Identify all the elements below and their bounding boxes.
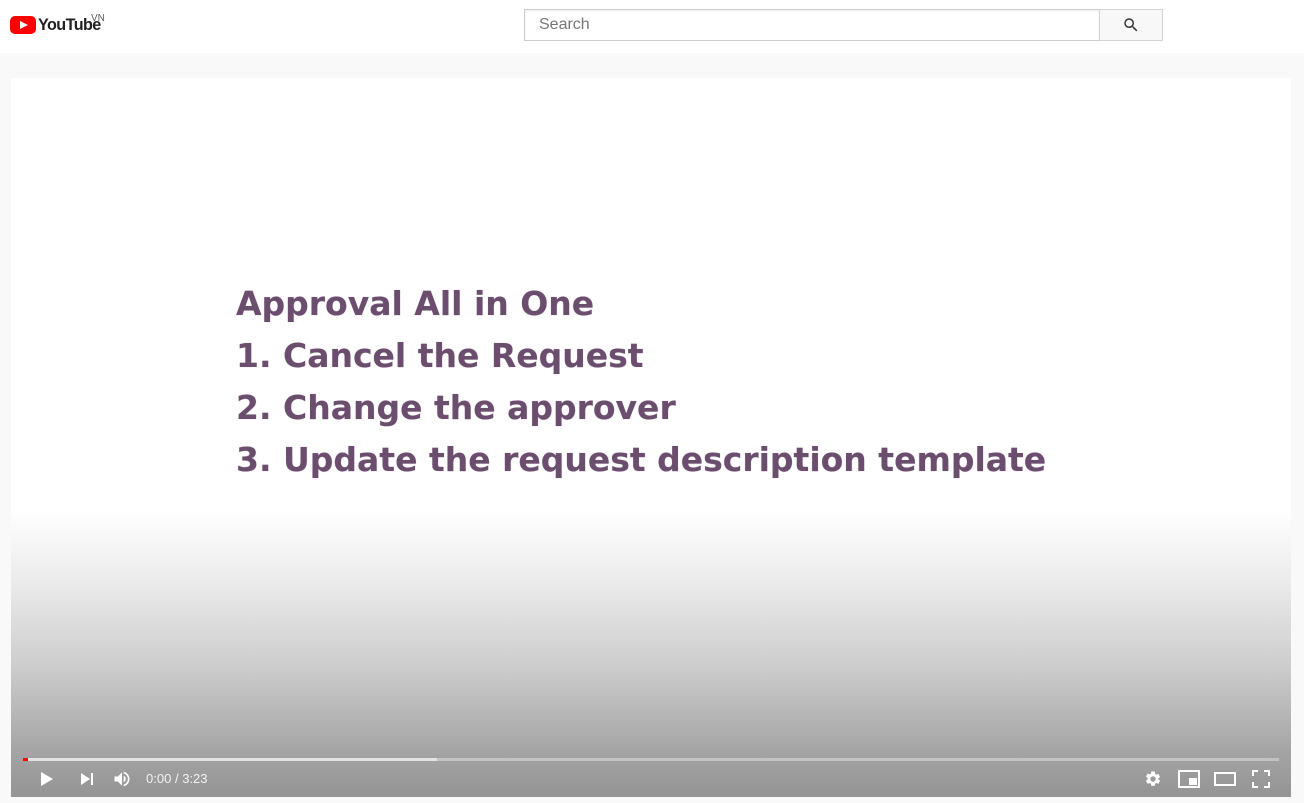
slide-item-2: 2. Change the approver xyxy=(236,388,676,427)
settings-button[interactable] xyxy=(1138,764,1168,794)
youtube-play-logo-icon xyxy=(10,16,36,34)
fullscreen-icon xyxy=(1252,770,1270,788)
play-icon xyxy=(41,772,53,786)
time-separator: / xyxy=(174,771,179,786)
miniplayer-icon xyxy=(1178,770,1200,788)
mute-button[interactable] xyxy=(107,764,137,794)
volume-icon xyxy=(114,771,130,787)
slide-item-3: 3. Update the request description templa… xyxy=(236,440,1047,479)
play-button[interactable] xyxy=(31,764,61,794)
progress-bar[interactable] xyxy=(23,758,1279,761)
masthead: YouTube VN xyxy=(0,0,1304,53)
settings-icon xyxy=(1146,771,1161,786)
theater-mode-icon xyxy=(1214,772,1236,786)
search-box xyxy=(524,9,1099,41)
video-player[interactable]: Approval All in One 1. Cancel the Reques… xyxy=(11,78,1291,797)
fullscreen-button[interactable] xyxy=(1246,764,1276,794)
youtube-logo[interactable]: YouTube xyxy=(10,14,104,36)
video-slide-text: Approval All in One 1. Cancel the Reques… xyxy=(236,278,1136,486)
theater-mode-button[interactable] xyxy=(1210,764,1240,794)
country-code: VN xyxy=(91,13,105,24)
controls-gradient xyxy=(11,510,1291,797)
next-icon xyxy=(81,773,93,785)
progress-buffered xyxy=(23,758,437,761)
slide-item-1: 1. Cancel the Request xyxy=(236,336,644,375)
duration: 3:23 xyxy=(182,771,208,786)
search-button[interactable] xyxy=(1099,9,1163,41)
time-display: 0:00 / 3:23 xyxy=(146,771,208,786)
search-icon xyxy=(1124,18,1138,32)
current-time: 0:00 xyxy=(146,771,172,786)
progress-played xyxy=(23,758,28,761)
search-input[interactable] xyxy=(537,15,1081,35)
next-button[interactable] xyxy=(72,764,102,794)
miniplayer-button[interactable] xyxy=(1174,764,1204,794)
slide-title: Approval All in One xyxy=(236,284,595,323)
